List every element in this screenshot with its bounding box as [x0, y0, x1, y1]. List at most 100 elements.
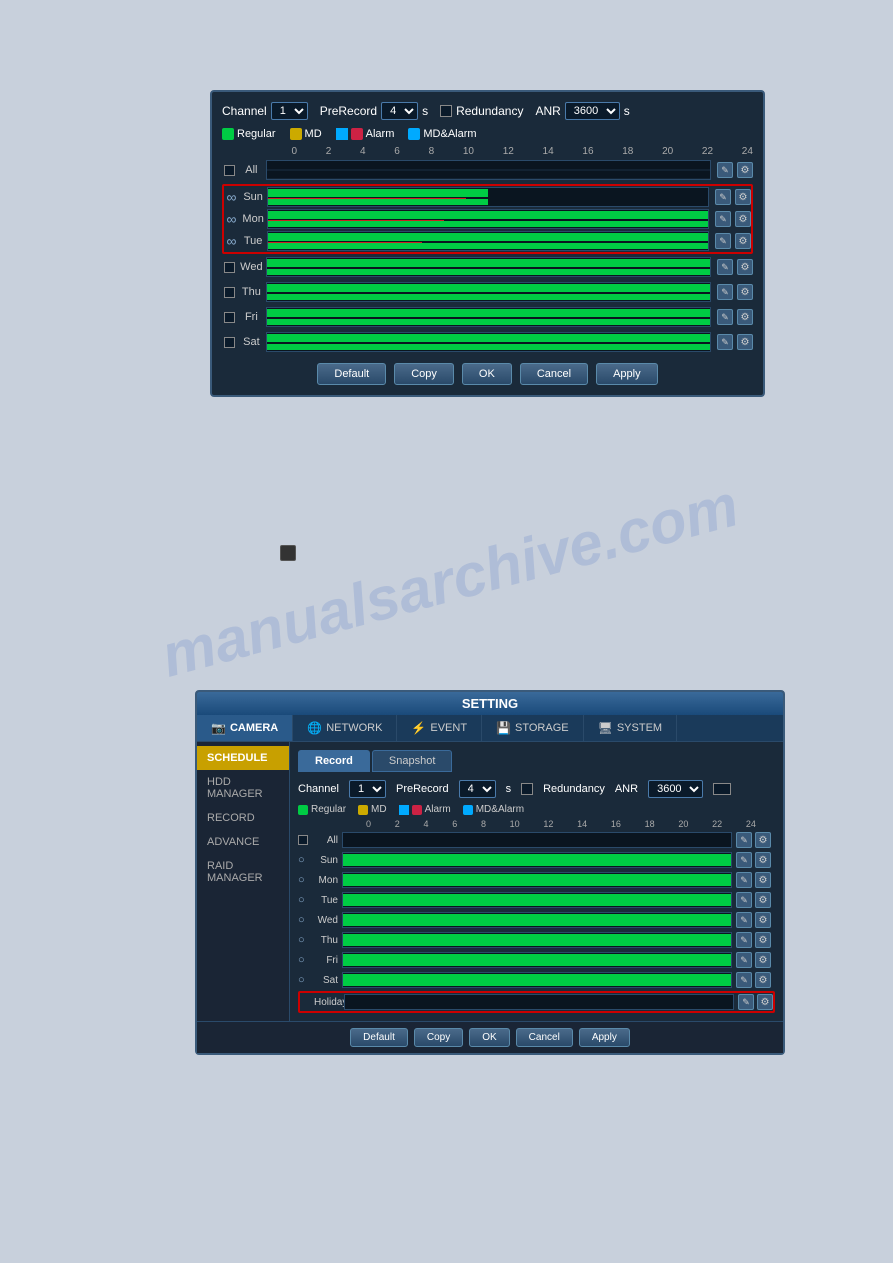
- b-holiday-gear[interactable]: ⚙: [757, 994, 773, 1010]
- thu-bar[interactable]: [266, 282, 711, 302]
- b-holiday-bar[interactable]: [344, 994, 734, 1010]
- b-ok-button[interactable]: OK: [469, 1028, 509, 1047]
- b-all-check[interactable]: [298, 835, 308, 845]
- b-sat-gear[interactable]: ⚙: [755, 972, 771, 988]
- nav-tab-network[interactable]: 🌐 NETWORK: [293, 715, 397, 741]
- all-pencil-icon[interactable]: ✎: [717, 162, 733, 178]
- sun-link[interactable]: ∞: [224, 190, 239, 204]
- b-holiday-pencil[interactable]: ✎: [738, 994, 754, 1010]
- fri-pencil-icon[interactable]: ✎: [717, 309, 733, 325]
- anr-select[interactable]: 3600: [565, 102, 620, 120]
- prerecord-select[interactable]: 4: [381, 102, 418, 120]
- sidebar-item-schedule[interactable]: SCHEDULE: [197, 746, 289, 770]
- b-sun-pencil[interactable]: ✎: [736, 852, 752, 868]
- b-all-pencil[interactable]: ✎: [736, 832, 752, 848]
- md-color-dot: [290, 128, 302, 140]
- sat-checkbox[interactable]: [222, 335, 237, 349]
- b-prerecord-select[interactable]: 4: [459, 780, 496, 798]
- sub-tab-snapshot[interactable]: Snapshot: [372, 750, 452, 772]
- sidebar-item-raid[interactable]: RAID MANAGER: [197, 854, 289, 890]
- sat-pencil-icon[interactable]: ✎: [717, 334, 733, 350]
- sun-gear-icon[interactable]: ⚙: [735, 189, 751, 205]
- mon-bar[interactable]: [267, 209, 709, 229]
- b-default-button[interactable]: Default: [350, 1028, 408, 1047]
- thu-actions: ✎ ⚙: [717, 284, 753, 300]
- sidebar-item-record[interactable]: RECORD: [197, 806, 289, 830]
- default-button[interactable]: Default: [317, 363, 386, 385]
- sidebar-item-hdd[interactable]: HDD MANAGER: [197, 770, 289, 806]
- all-gear-icon[interactable]: ⚙: [737, 162, 753, 178]
- mon-gear-icon[interactable]: ⚙: [735, 211, 751, 227]
- b-sat-bar[interactable]: [342, 972, 732, 988]
- sidebar-item-advance[interactable]: ADVANCE: [197, 830, 289, 854]
- b-anr-checkbox[interactable]: [713, 783, 731, 795]
- bottom-setting-dialog: SETTING 📷 CAMERA 🌐 NETWORK ⚡ EVENT 💾 STO…: [195, 690, 785, 1055]
- sub-tab-record[interactable]: Record: [298, 750, 370, 772]
- wed-bar[interactable]: [266, 257, 711, 277]
- nav-tab-storage[interactable]: 💾 STORAGE: [482, 715, 584, 741]
- b-sat-pencil[interactable]: ✎: [736, 972, 752, 988]
- b-thu-bar[interactable]: [342, 932, 732, 948]
- b-thu-pencil[interactable]: ✎: [736, 932, 752, 948]
- mon-link[interactable]: ∞: [224, 212, 239, 226]
- sat-bar[interactable]: [266, 332, 711, 352]
- cancel-button[interactable]: Cancel: [520, 363, 588, 385]
- b-fri-bar[interactable]: [342, 952, 732, 968]
- tue-bar[interactable]: [267, 231, 709, 251]
- wed-pencil-icon[interactable]: ✎: [717, 259, 733, 275]
- thu-gear-icon[interactable]: ⚙: [737, 284, 753, 300]
- b-thu-gear[interactable]: ⚙: [755, 932, 771, 948]
- all-bar[interactable]: [266, 160, 711, 180]
- fri-checkbox[interactable]: [222, 310, 237, 324]
- wed-gear-icon[interactable]: ⚙: [737, 259, 753, 275]
- b-tue-bar[interactable]: [342, 892, 732, 908]
- sat-gear-icon[interactable]: ⚙: [737, 334, 753, 350]
- sun-pencil-icon[interactable]: ✎: [715, 189, 731, 205]
- b-redundancy-checkbox[interactable]: [521, 783, 533, 795]
- b-apply-button[interactable]: Apply: [579, 1028, 630, 1047]
- nav-tab-system[interactable]: 🖥 SYSTEM: [584, 715, 677, 741]
- mdalarm-label: MD&Alarm: [423, 128, 476, 140]
- nav-tab-event[interactable]: ⚡ EVENT: [397, 715, 482, 741]
- b-anr-select[interactable]: 3600: [648, 780, 703, 798]
- b-alarm-checkbox[interactable]: [399, 805, 409, 815]
- b-cancel-button[interactable]: Cancel: [516, 1028, 573, 1047]
- b-mon-pencil[interactable]: ✎: [736, 872, 752, 888]
- fri-bar[interactable]: [266, 307, 711, 327]
- apply-button[interactable]: Apply: [596, 363, 658, 385]
- b-wed-pencil[interactable]: ✎: [736, 912, 752, 928]
- nav-tab-camera[interactable]: 📷 CAMERA: [197, 715, 293, 741]
- b-holiday-label: Holiday: [314, 997, 344, 1008]
- b-sun-bar[interactable]: [342, 852, 732, 868]
- b-mon-link: ○: [298, 874, 312, 886]
- b-mon-gear[interactable]: ⚙: [755, 872, 771, 888]
- redundancy-checkbox[interactable]: [440, 105, 452, 117]
- b-fri-gear[interactable]: ⚙: [755, 952, 771, 968]
- b-channel-select[interactable]: 1: [349, 780, 386, 798]
- all-checkbox[interactable]: [222, 163, 237, 177]
- b-all-bar[interactable]: [342, 832, 732, 848]
- fri-gear-icon[interactable]: ⚙: [737, 309, 753, 325]
- b-tue-pencil[interactable]: ✎: [736, 892, 752, 908]
- b-tue-gear[interactable]: ⚙: [755, 892, 771, 908]
- mon-pencil-icon[interactable]: ✎: [715, 211, 731, 227]
- ok-button[interactable]: OK: [462, 363, 512, 385]
- wed-checkbox[interactable]: [222, 260, 237, 274]
- thu-pencil-icon[interactable]: ✎: [717, 284, 733, 300]
- b-wed-gear[interactable]: ⚙: [755, 912, 771, 928]
- b-copy-button[interactable]: Copy: [414, 1028, 463, 1047]
- channel-select[interactable]: 1: [271, 102, 308, 120]
- b-sun-gear[interactable]: ⚙: [755, 852, 771, 868]
- b-prerecord-unit: s: [506, 783, 512, 795]
- copy-button[interactable]: Copy: [394, 363, 454, 385]
- b-all-gear[interactable]: ⚙: [755, 832, 771, 848]
- thu-checkbox[interactable]: [222, 285, 237, 299]
- sun-bar[interactable]: [267, 187, 709, 207]
- b-fri-pencil[interactable]: ✎: [736, 952, 752, 968]
- tue-link[interactable]: ∞: [224, 234, 239, 248]
- alarm-checkbox[interactable]: [336, 128, 348, 140]
- b-wed-bar[interactable]: [342, 912, 732, 928]
- b-mon-bar[interactable]: [342, 872, 732, 888]
- tue-gear-icon[interactable]: ⚙: [735, 233, 751, 249]
- tue-pencil-icon[interactable]: ✎: [715, 233, 731, 249]
